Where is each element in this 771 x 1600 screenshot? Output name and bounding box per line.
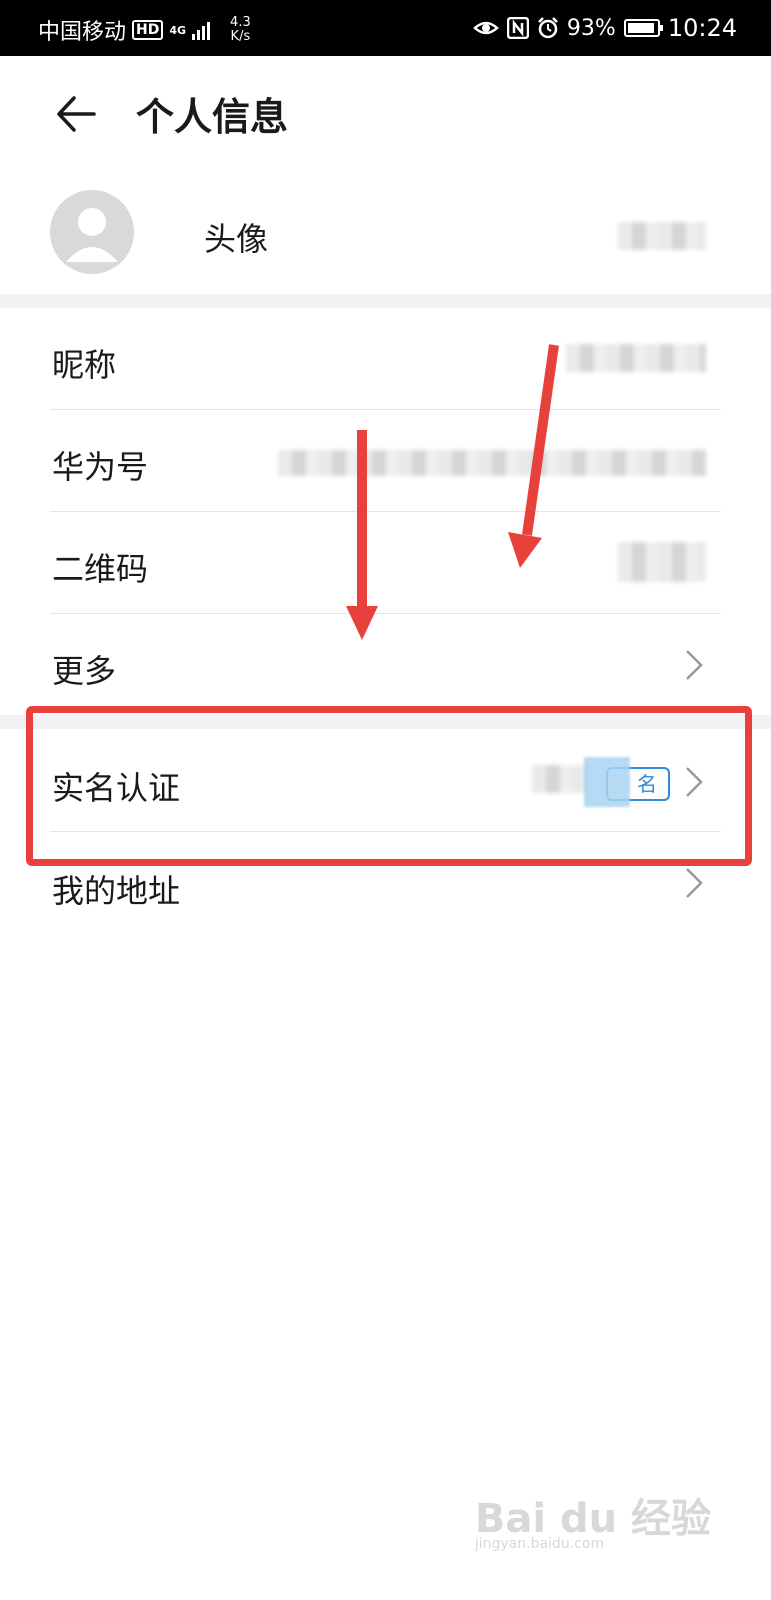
baidu-watermark: Bai du 经验 jingyan.baidu.com: [475, 1486, 711, 1552]
annotation-arrow-2: [508, 344, 559, 568]
watermark-url: jingyan.baidu.com: [474, 1536, 605, 1552]
annotation-arrow-1: [346, 430, 378, 640]
annotation-arrows: [346, 344, 559, 640]
